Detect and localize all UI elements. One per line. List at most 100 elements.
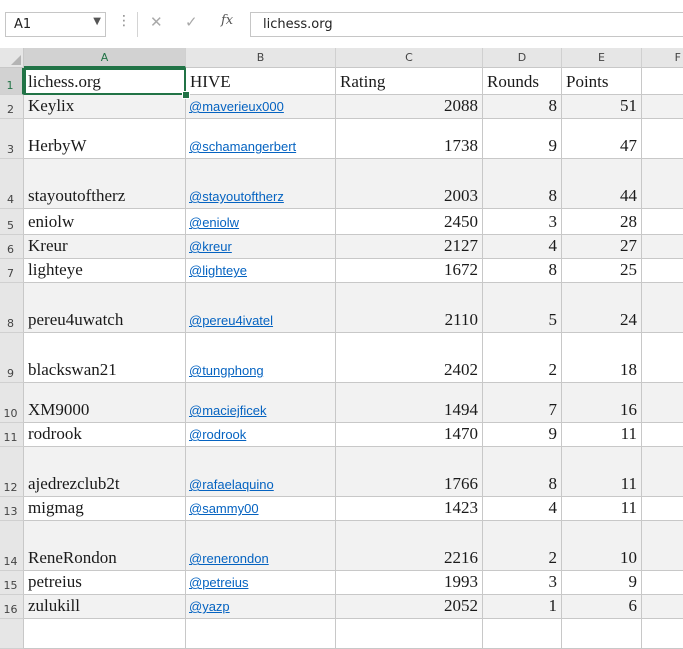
row-header[interactable]: 5 [0,209,24,235]
cell-b[interactable]: @rodrook [186,423,336,447]
cell-c[interactable]: 2052 [336,595,483,619]
cell-d[interactable]: 7 [483,383,562,423]
cell-d[interactable]: Rounds [483,68,562,95]
cell-c[interactable]: 2450 [336,209,483,235]
hive-link-b[interactable]: @renerondon [189,551,269,566]
row-header[interactable]: 10 [0,383,24,423]
cell-f[interactable] [642,235,683,259]
cell-d[interactable] [483,619,562,649]
cell-d[interactable]: 9 [483,423,562,447]
hive-link-b[interactable]: @pereu4ivatel [189,313,273,328]
cell-d[interactable]: 2 [483,521,562,571]
row-header[interactable]: 2 [0,95,24,119]
cell-e[interactable] [562,619,642,649]
select-all-button[interactable] [0,48,24,68]
cell-a[interactable]: HerbyW [24,119,186,159]
cell-c[interactable]: 1766 [336,447,483,497]
row-header[interactable] [0,619,24,649]
hive-link-b[interactable]: @rodrook [189,427,246,442]
cell-b[interactable]: @maverieux000 [186,95,336,119]
hive-link-b[interactable]: @kreur [189,239,232,254]
cell-a[interactable]: migmag [24,497,186,521]
hive-link-b[interactable]: @schamangerbert [189,139,296,154]
cell-c[interactable]: 1470 [336,423,483,447]
cell-d[interactable]: 8 [483,159,562,209]
cell-c[interactable]: 2216 [336,521,483,571]
cell-e[interactable]: 24 [562,283,642,333]
cell-f[interactable] [642,521,683,571]
cell-d[interactable]: 1 [483,595,562,619]
cell-e[interactable]: 10 [562,521,642,571]
cell-d[interactable]: 3 [483,209,562,235]
cell-e[interactable]: 11 [562,447,642,497]
cell-f[interactable] [642,497,683,521]
cell-b[interactable]: HIVE [186,68,336,95]
row-header[interactable]: 8 [0,283,24,333]
cell-e[interactable]: 11 [562,423,642,447]
cell-b[interactable]: @lighteye [186,259,336,283]
cell-a[interactable]: rodrook [24,423,186,447]
cell-a[interactable]: Keylix [24,95,186,119]
cell-e[interactable]: 28 [562,209,642,235]
row-header[interactable]: 6 [0,235,24,259]
cell-f[interactable] [642,95,683,119]
row-header[interactable]: 1 [0,68,24,95]
cell-c[interactable]: 1423 [336,497,483,521]
cell-a[interactable]: ajedrezclub2t [24,447,186,497]
cell-f[interactable] [642,423,683,447]
cell-d[interactable]: 4 [483,497,562,521]
column-header-d[interactable]: D [483,48,562,68]
cell-d[interactable]: 4 [483,235,562,259]
column-header-b[interactable]: B [186,48,336,68]
hive-link-b[interactable]: @sammy00 [189,501,259,516]
cell-d[interactable]: 3 [483,571,562,595]
row-header[interactable]: 12 [0,447,24,497]
cell-a[interactable]: ReneRondon [24,521,186,571]
cell-c[interactable] [336,619,483,649]
row-header[interactable]: 14 [0,521,24,571]
cell-c[interactable]: 1993 [336,571,483,595]
column-header-a[interactable]: A [24,48,186,68]
cell-b[interactable]: @pereu4ivatel [186,283,336,333]
hive-link-b[interactable]: @tungphong [189,363,264,378]
cell-a[interactable]: lighteye [24,259,186,283]
cell-c[interactable]: 2088 [336,95,483,119]
cell-e[interactable]: 44 [562,159,642,209]
cell-f[interactable] [642,447,683,497]
more-options-icon[interactable]: ⋮ [117,13,131,29]
cell-b[interactable] [186,619,336,649]
row-header[interactable]: 9 [0,333,24,383]
cell-e[interactable]: 16 [562,383,642,423]
cell-d[interactable]: 9 [483,119,562,159]
cell-e[interactable]: 18 [562,333,642,383]
hive-link-b[interactable]: @stayoutoftherz [189,189,284,204]
column-header-e[interactable]: E [562,48,642,68]
chevron-down-icon[interactable]: ▼ [93,16,101,27]
hive-link-b[interactable]: @rafaelaquino [189,477,274,492]
cell-f[interactable] [642,383,683,423]
hive-link-b[interactable]: @lighteye [189,263,247,278]
cell-b[interactable]: @maciejficek [186,383,336,423]
cell-c[interactable]: 1672 [336,259,483,283]
row-header[interactable]: 13 [0,497,24,521]
cell-b[interactable]: @renerondon [186,521,336,571]
cell-c[interactable]: 2402 [336,333,483,383]
cell-f[interactable] [642,209,683,235]
cancel-icon[interactable]: ✕ [150,13,163,31]
cell-d[interactable]: 8 [483,259,562,283]
column-header-c[interactable]: C [336,48,483,68]
row-header[interactable]: 3 [0,119,24,159]
cell-a[interactable]: lichess.org [24,68,186,95]
hive-link-b[interactable]: @yazp [189,599,230,614]
cell-b[interactable]: @eniolw [186,209,336,235]
row-header[interactable]: 11 [0,423,24,447]
cell-c[interactable]: 2110 [336,283,483,333]
cell-f[interactable] [642,619,683,649]
cell-c[interactable]: Rating [336,68,483,95]
cell-e[interactable]: 27 [562,235,642,259]
cell-a[interactable]: zulukill [24,595,186,619]
cell-e[interactable]: 11 [562,497,642,521]
cell-f[interactable] [642,333,683,383]
cell-d[interactable]: 8 [483,95,562,119]
cell-c[interactable]: 1738 [336,119,483,159]
